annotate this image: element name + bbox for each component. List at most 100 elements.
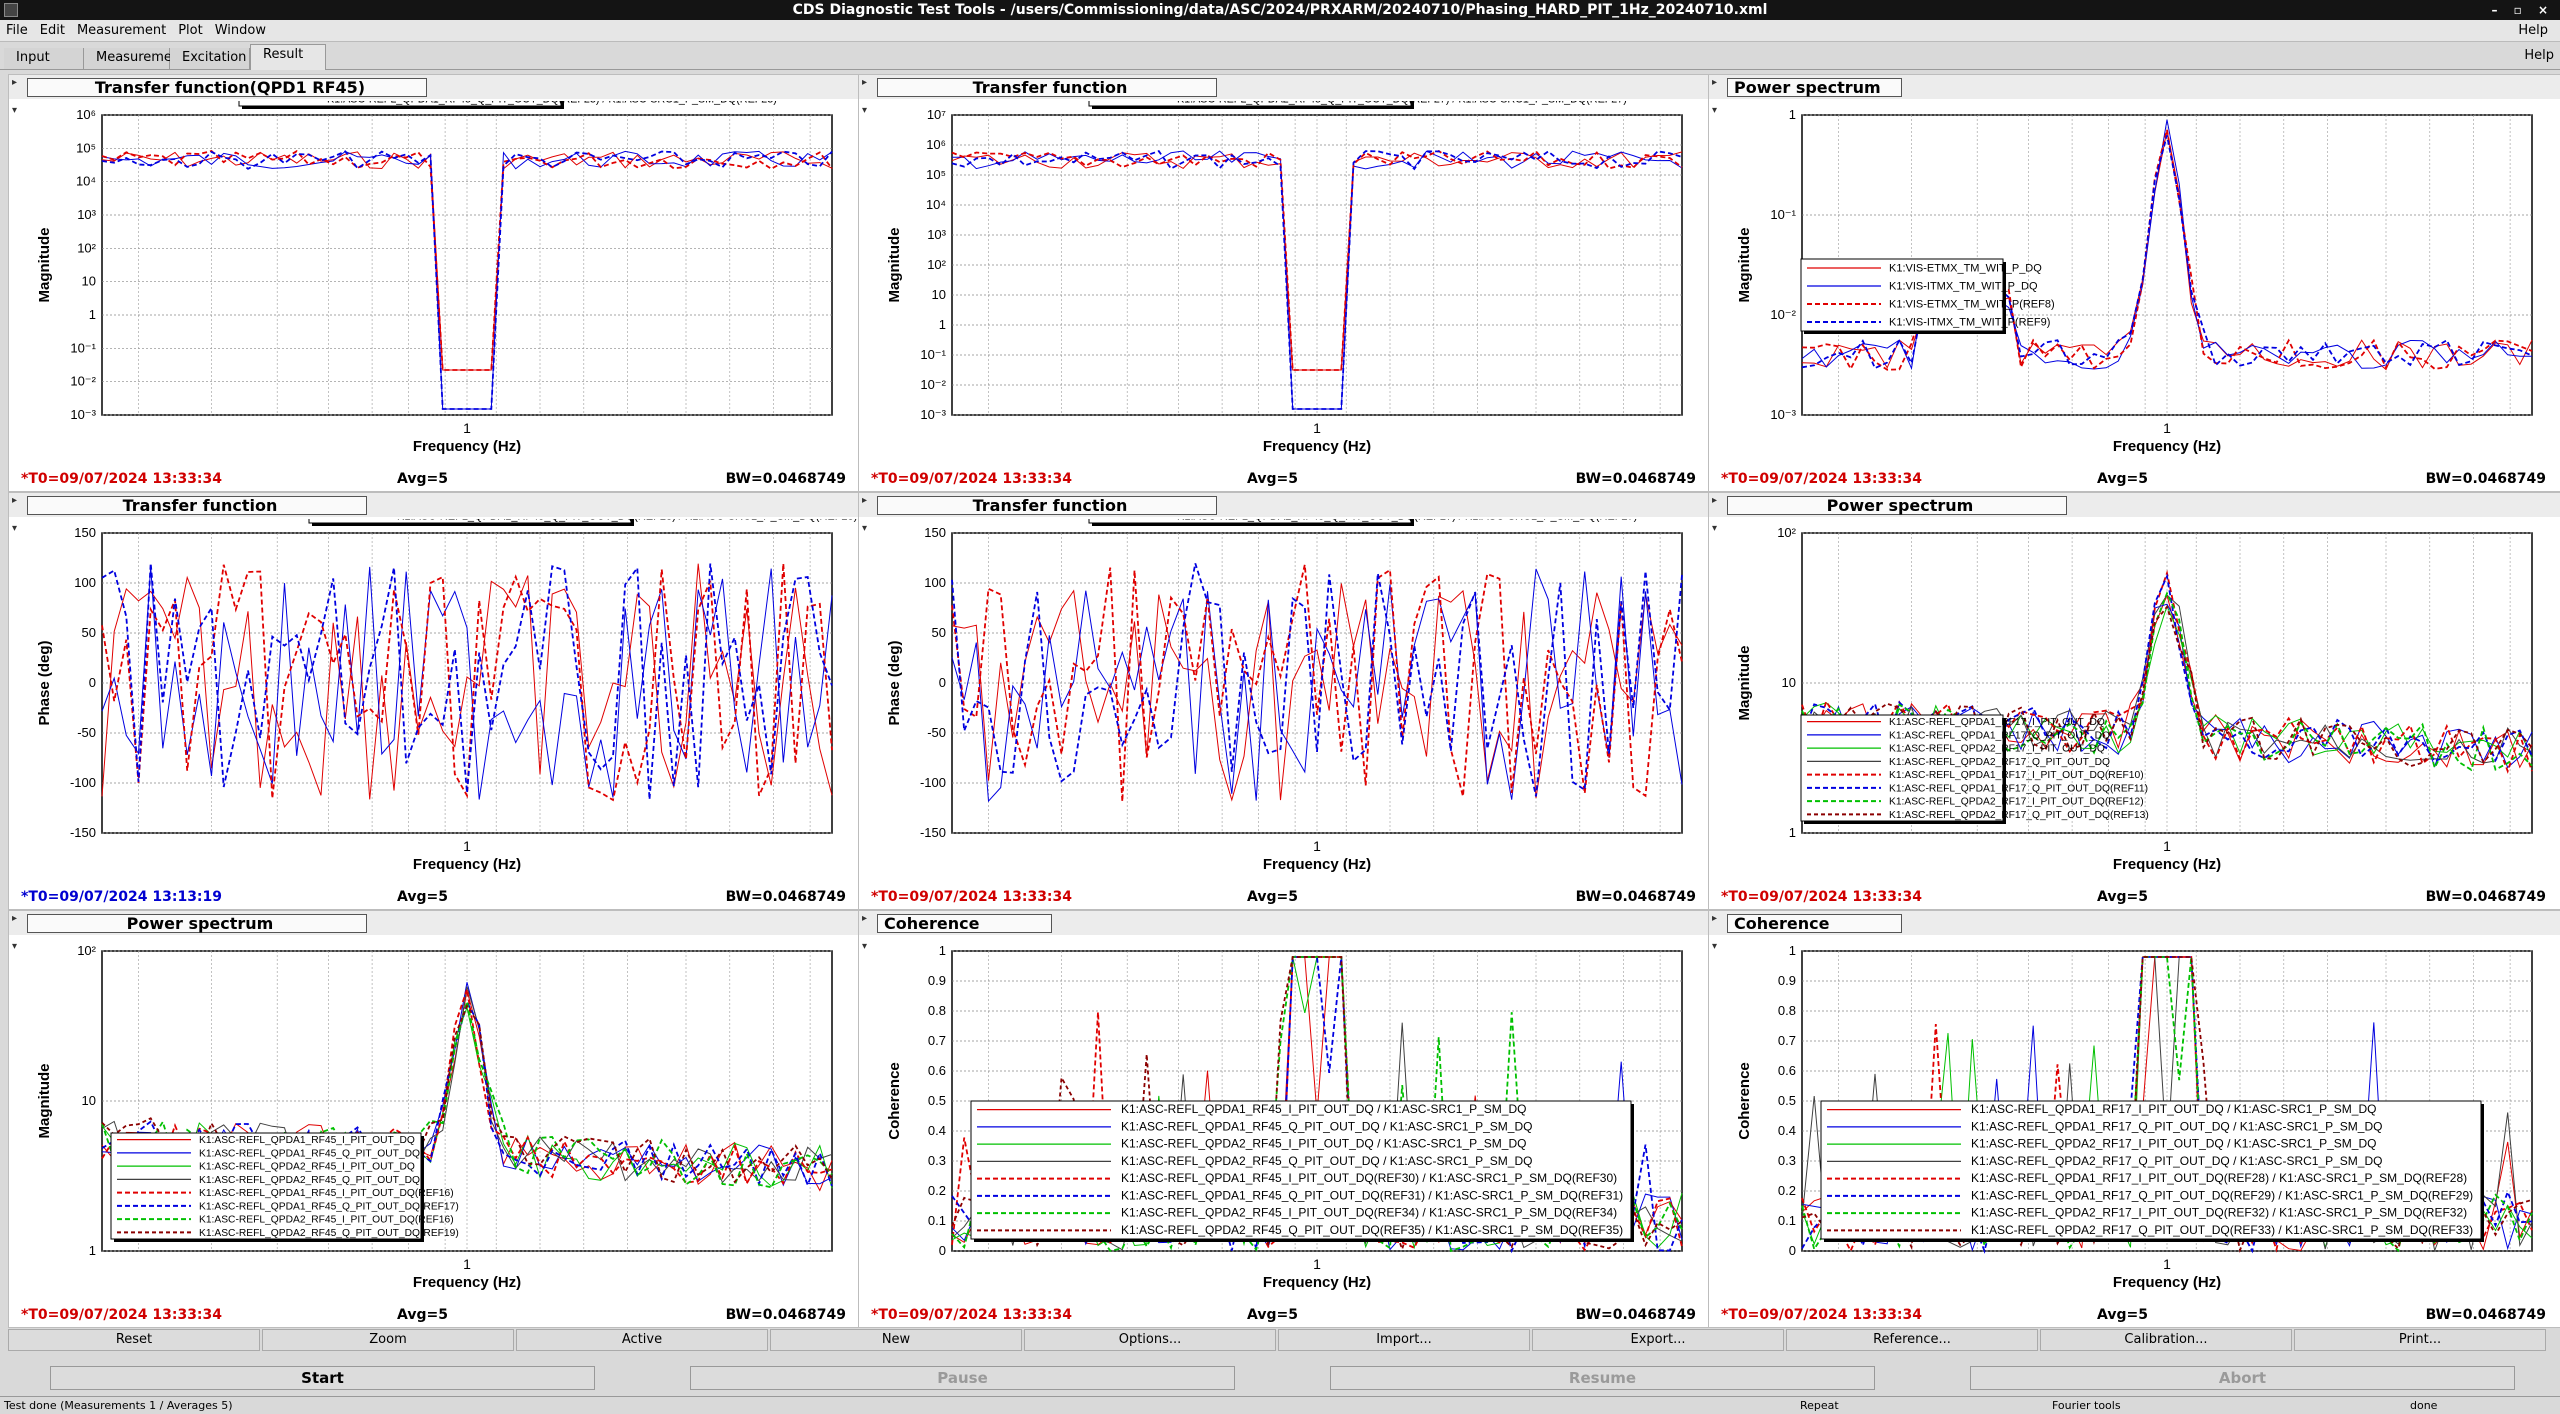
legend-entry: K1:ASC-REFL_QPDA1_RF45_I_PIT_OUT_DQ(REF1… <box>199 1188 454 1199</box>
scroll-down-icon[interactable]: ▾ <box>862 523 874 535</box>
panel-title[interactable]: Transfer function(QPD1 RF45) <box>27 78 427 97</box>
averages-label: Avg=5 <box>397 889 448 905</box>
resume-button[interactable]: Resume <box>1330 1366 1875 1390</box>
scroll-down-icon[interactable]: ▾ <box>1712 523 1724 535</box>
panel-header: ▸ Coherence <box>1709 911 2560 935</box>
window-controls[interactable]: – ▫ × <box>2491 0 2554 20</box>
panel-title[interactable]: Transfer function <box>27 496 367 515</box>
scroll-right-icon[interactable]: ▸ <box>1712 913 1724 925</box>
zoom-button[interactable]: Zoom <box>262 1329 514 1351</box>
tab-bar: Input Measurement Excitation Result Help <box>0 42 2560 70</box>
menu-measurement[interactable]: Measurement <box>71 20 172 41</box>
panel-title[interactable]: Transfer function <box>877 496 1217 515</box>
scroll-right-icon[interactable]: ▸ <box>862 77 874 89</box>
bandwidth-label: BW=0.0468749 <box>1575 1307 1696 1323</box>
scroll-down-icon[interactable]: ▾ <box>862 105 874 117</box>
panel-title[interactable]: Power spectrum <box>1727 496 2067 515</box>
x-tick-label: 1 <box>1313 838 1321 854</box>
y-tick-label: 100 <box>924 575 946 590</box>
reference-button[interactable]: Reference... <box>1786 1329 2038 1351</box>
scroll-right-icon[interactable]: ▸ <box>862 495 874 507</box>
scroll-down-icon[interactable]: ▾ <box>1712 105 1724 117</box>
legend-entry: K1:ASC-REFL_QPDA2_RF45_I_PIT_OUT_DQ(REF3… <box>1121 1206 1617 1220</box>
scroll-right-icon[interactable]: ▸ <box>1712 495 1724 507</box>
tab-input[interactable]: Input <box>4 48 84 69</box>
t0-timestamp: *T0=09/07/2024 13:33:34 <box>871 889 1073 905</box>
options-button[interactable]: Options... <box>1024 1329 1276 1351</box>
status-done: done <box>2410 1399 2438 1412</box>
calibration-button[interactable]: Calibration... <box>2040 1329 2292 1351</box>
plot-canvas[interactable]: 10⁷ 10⁶ 10⁵ 10⁴ 10³ 10² 10 1 10⁻¹ 10⁻² 10⁻³ 1 Freque… <box>877 101 1707 461</box>
panel-footer: *T0=09/07/2024 13:33:34 Avg=5 BW=0.0468749 <box>9 467 860 491</box>
legend-entry: K1:ASC-REFL_QPDA2_RF45_Q_PIT_OUT_DQ <box>199 1175 420 1186</box>
panel-header: ▸ Power spectrum <box>1709 493 2560 517</box>
tab-measurement[interactable]: Measurement <box>84 48 185 69</box>
tab-result[interactable]: Result <box>250 44 326 70</box>
legend-entry: K1:ASC-REFL_QPDA2_RF45_I_PIT_OUT_DQ(REF1… <box>199 1215 454 1226</box>
legend-entry: K1:ASC-REFL_QPDA1_RF17_Q_PIT_OUT_DQ(REF2… <box>1971 1188 2473 1202</box>
plot-canvas[interactable]: 10⁶ 10⁵ 10⁴ 10³ 10² 10 1 10⁻¹ 10⁻² 10⁻³ 1 Frequency… <box>27 101 857 461</box>
menu-plot[interactable]: Plot <box>172 20 209 41</box>
scroll-right-icon[interactable]: ▸ <box>12 495 24 507</box>
x-tick-label: 1 <box>463 838 471 854</box>
new-button[interactable]: New <box>770 1329 1022 1351</box>
panel-title[interactable]: Transfer function <box>877 78 1217 97</box>
legend-entry: K1:ASC-REFL_QPDA1_RF45_Q_PIT_OUT_DQ / K1… <box>1121 1119 1532 1133</box>
menu-help[interactable]: Help <box>2512 20 2554 41</box>
scroll-down-icon[interactable]: ▾ <box>12 523 24 535</box>
bandwidth-label: BW=0.0468749 <box>725 471 846 487</box>
active-button[interactable]: Active <box>516 1329 768 1351</box>
plot-canvas[interactable]: 1 0.9 0.8 0.7 0.6 0.5 0.4 0.3 0.2 0.1 0 1 Frequency … <box>1727 937 2557 1297</box>
scroll-right-icon[interactable]: ▸ <box>12 913 24 925</box>
scroll-down-icon[interactable]: ▾ <box>12 105 24 117</box>
panel-title[interactable]: Power spectrum <box>1727 78 1902 97</box>
plot-canvas[interactable]: 150 100 50 0 -50 -100 -150 1 Frequency (Hz) Phase… <box>27 519 857 879</box>
legend-entry: K1:ASC-REFL_QPDA1_RF17_I_PIT_OUT_DQ(REF1… <box>1889 770 2144 781</box>
print-button[interactable]: Print... <box>2294 1329 2546 1351</box>
menu-file[interactable]: File <box>0 20 34 41</box>
averages-label: Avg=5 <box>1247 1307 1298 1323</box>
panel-title[interactable]: Coherence <box>1727 914 1902 933</box>
panel-title[interactable]: Power spectrum <box>27 914 367 933</box>
plot-canvas[interactable]: 10² 10 1 1 Frequency (Hz) Magnitude K1:ASC-REF… <box>1727 519 2557 879</box>
bandwidth-label: BW=0.0468749 <box>725 889 846 905</box>
abort-button[interactable]: Abort <box>1970 1366 2515 1390</box>
y-axis-label: Coherence <box>886 1062 903 1140</box>
scroll-right-icon[interactable]: ▸ <box>12 77 24 89</box>
import-button[interactable]: Import... <box>1278 1329 1530 1351</box>
legend-entry: K1:ASC-REFL_QPDA1_RF45_Q_PIT_OUT_DQ(REF2… <box>397 519 857 523</box>
pause-button[interactable]: Pause <box>690 1366 1235 1390</box>
legend-entry: K1:ASC-REFL_QPDA1_RF45_Q_PIT_OUT_DQ <box>199 1148 420 1159</box>
panel-footer: *T0=09/07/2024 13:33:34 Avg=5 BW=0.0468749 <box>859 885 1710 909</box>
scroll-down-icon[interactable]: ▾ <box>1712 941 1724 953</box>
plot-canvas[interactable]: 1 10⁻¹ 10⁻² 10⁻³ 1 Frequency (Hz) Magnitude K1:… <box>1727 101 2557 461</box>
y-axis-label: Magnitude <box>36 1064 53 1139</box>
y-tick-label: 10² <box>927 257 946 272</box>
scroll-right-icon[interactable]: ▸ <box>862 913 874 925</box>
scroll-right-icon[interactable]: ▸ <box>1712 77 1724 89</box>
y-tick-label: 1 <box>89 307 96 322</box>
x-axis-label: Frequency (Hz) <box>413 1274 521 1291</box>
y-tick-label: 10⁻³ <box>70 407 96 422</box>
reset-button[interactable]: Reset <box>8 1329 260 1351</box>
averages-label: Avg=5 <box>2097 1307 2148 1323</box>
plot-canvas[interactable]: 10² 10 1 1 Frequency (Hz) Magnitude K1:ASC-REF… <box>27 937 857 1297</box>
status-bar: Test done (Measurements 1 / Averages 5) … <box>0 1396 2560 1414</box>
export-button[interactable]: Export... <box>1532 1329 1784 1351</box>
scroll-down-icon[interactable]: ▾ <box>12 941 24 953</box>
t0-timestamp: *T0=09/07/2024 13:33:34 <box>1721 1307 1923 1323</box>
t0-timestamp: *T0=09/07/2024 13:33:34 <box>871 471 1073 487</box>
menu-window[interactable]: Window <box>209 20 272 41</box>
plot-canvas[interactable]: 150 100 50 0 -50 -100 -150 1 Frequency (Hz) Phase… <box>877 519 1707 879</box>
plot-canvas[interactable]: 1 0.9 0.8 0.7 0.6 0.5 0.4 0.3 0.2 0.1 0 1 Frequency … <box>877 937 1707 1297</box>
menu-edit[interactable]: Edit <box>34 20 71 41</box>
start-button[interactable]: Start <box>50 1366 595 1390</box>
panel-title[interactable]: Coherence <box>877 914 1052 933</box>
scroll-down-icon[interactable]: ▾ <box>862 941 874 953</box>
tab-excitation[interactable]: Excitation <box>170 48 250 69</box>
y-tick-label: 1 <box>1789 943 1796 958</box>
y-axis-label: Coherence <box>1736 1062 1753 1140</box>
y-tick-label: -50 <box>77 725 96 740</box>
t0-timestamp: *T0=09/07/2024 13:33:34 <box>21 1307 223 1323</box>
tab-help[interactable]: Help <box>2524 48 2554 63</box>
